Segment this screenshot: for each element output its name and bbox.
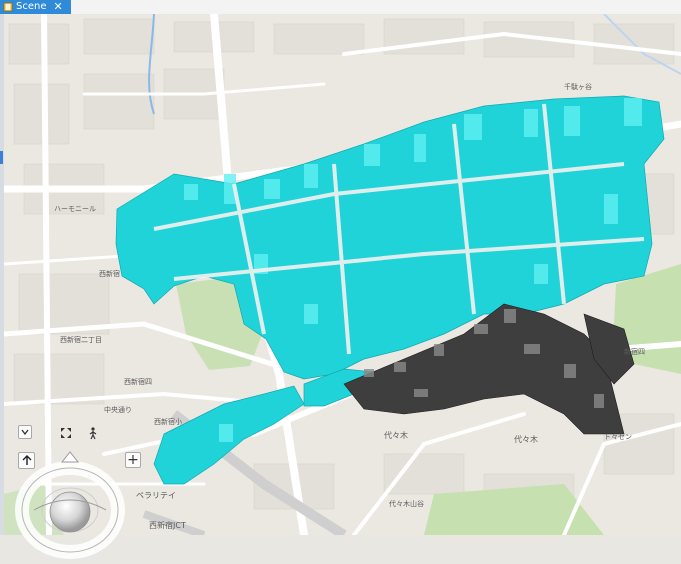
label-tozen: ト々ゼン: [604, 432, 632, 441]
collapse-icon[interactable]: [18, 425, 32, 439]
label-yoyogi: 代々木: [384, 430, 408, 440]
label-nishishinjuku-sho: 西新宿小: [154, 417, 182, 426]
close-icon[interactable]: ✕: [54, 0, 63, 14]
label-nishishinjuku: 西新宿: [99, 269, 120, 278]
walk-icon[interactable]: [86, 426, 100, 440]
dock-marker: [0, 151, 3, 164]
label-nishishinjuku-2: 西新宿二丁目: [60, 335, 102, 344]
label-harmony: ハーモニール: [54, 205, 96, 213]
label-peraita: ペラリテイ: [136, 491, 176, 500]
full-extent-icon[interactable]: [59, 426, 73, 440]
navigator-ring[interactable]: [4, 450, 136, 560]
label-nishishinjuku-4: 西新宿四: [124, 377, 152, 386]
view-tabstrip: Scene ✕: [0, 0, 681, 15]
label-shinjuku-yon: 新宿四: [624, 347, 645, 356]
tab-scene[interactable]: Scene ✕: [0, 0, 71, 14]
label-chuo: 中央通り: [104, 405, 132, 414]
scene-globe-icon: [3, 2, 13, 12]
tab-scene-label: Scene: [16, 1, 47, 12]
label-yoyogi-sanya: 代々木山谷: [389, 499, 424, 508]
label-sendagaya: 千駄ヶ谷: [564, 82, 592, 91]
label-yoyogi-2: 代々木: [514, 434, 538, 444]
label-shinjuku-jct: 西新宿JCT: [149, 520, 186, 530]
